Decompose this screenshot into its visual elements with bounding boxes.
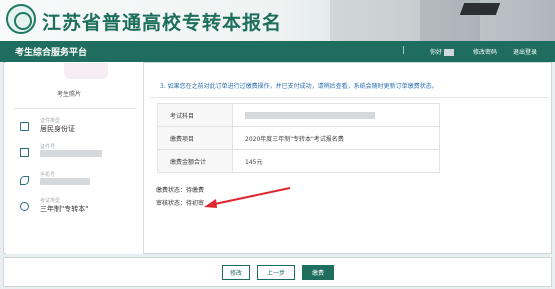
sidebar-item-value: 居民身份证	[40, 125, 75, 133]
photo-label: 考生照片	[57, 91, 82, 98]
banner-title: 江苏省普通高校专转本报名	[42, 12, 283, 34]
table-row: 缴费金额合计 145元	[157, 149, 440, 173]
greeting-text: 你好	[430, 49, 443, 56]
nav-divider: |	[402, 45, 405, 54]
edit-button[interactable]: 修改	[222, 265, 250, 280]
id-card-icon	[20, 122, 29, 131]
row-key: 缴费项目	[157, 126, 233, 150]
change-password-link[interactable]: 修改密码	[473, 47, 497, 56]
sidebar-item-key: 手机号	[40, 172, 56, 178]
payment-notice: 3. 如果您在之前对此订单进行过缴费操作，并已支付成功，请稍后查看，系统会随时更…	[160, 83, 438, 90]
subject-redacted	[245, 111, 375, 119]
logout-link[interactable]: 退出登录	[513, 47, 537, 56]
id-number-redacted	[40, 150, 102, 157]
phone-redacted	[40, 178, 90, 185]
row-value: 145元	[232, 149, 440, 173]
content-divider	[150, 97, 549, 98]
table-row: 考试科目	[157, 103, 440, 127]
row-value	[232, 103, 440, 127]
platform-title: 考生综合服务平台	[15, 48, 88, 58]
university-logo-icon	[6, 4, 36, 34]
previous-step-button[interactable]: 上一步	[257, 265, 295, 280]
row-key: 缴费金额合计	[157, 149, 233, 173]
clipboard-icon	[20, 148, 29, 157]
sidebar-item-key: 考试类型	[40, 198, 61, 204]
pay-button[interactable]: 缴费	[302, 265, 334, 280]
review-status: 审核状态：待初审	[156, 200, 205, 207]
payment-status: 缴费状态：待缴费	[156, 187, 205, 194]
row-value: 2020年度三年制"专转本"考试报名费	[232, 126, 440, 150]
order-table: 考试科目 缴费项目 2020年度三年制"专转本"考试报名费 缴费金额合计 145…	[157, 103, 440, 173]
site-banner: 江苏省普通高校专转本报名	[0, 0, 555, 41]
phone-icon	[20, 176, 29, 185]
graduation-cap-icon	[459, 3, 501, 15]
table-row: 缴费项目 2020年度三年制"专转本"考试报名费	[157, 126, 440, 150]
greeting: 你好	[430, 47, 455, 56]
candidate-photo	[64, 63, 108, 79]
graduate-icon	[20, 202, 29, 211]
username-redacted	[444, 49, 455, 56]
sidebar-item-value: 三年制"专转本"	[40, 205, 89, 213]
top-nav-bar: 考生综合服务平台 | 你好 修改密码 退出登录	[0, 41, 555, 62]
sidebar-item-key: 证件号	[40, 144, 56, 150]
sidebar-item-key: 证件类型	[40, 118, 61, 124]
sidebar-divider	[14, 108, 136, 109]
row-key: 考试科目	[157, 103, 233, 127]
